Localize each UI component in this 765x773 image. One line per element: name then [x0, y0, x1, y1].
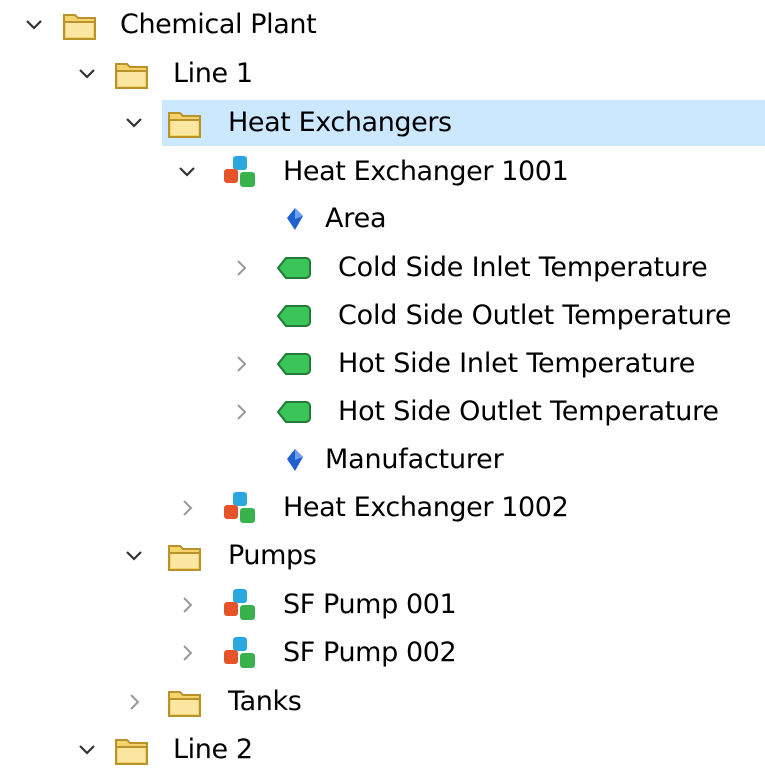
tree-node-hot-side-inlet-temperature[interactable]: Hot Side Inlet Temperature	[0, 341, 765, 387]
tree-node-label: SF Pump 002	[283, 637, 457, 668]
tree-node-chemical-plant[interactable]: Chemical Plant	[0, 2, 765, 48]
chevron-right-icon[interactable]	[124, 692, 144, 712]
chevron-right-icon[interactable]	[177, 595, 197, 615]
element-icon	[222, 636, 258, 670]
element-icon	[222, 155, 258, 189]
tree-node-label: Chemical Plant	[120, 9, 317, 40]
chevron-down-icon[interactable]	[177, 162, 197, 182]
chevron-down-icon[interactable]	[124, 113, 144, 133]
tree-node-label: Heat Exchangers	[228, 107, 452, 138]
element-icon	[222, 588, 258, 622]
tree-node-cold-side-outlet-temperature[interactable]: Cold Side Outlet Temperature	[0, 293, 765, 339]
tree-node-label: Tanks	[228, 686, 302, 717]
chevron-down-icon[interactable]	[77, 64, 97, 84]
tree-node-label: Hot Side Outlet Temperature	[338, 396, 719, 427]
chevron-right-icon[interactable]	[177, 498, 197, 518]
asset-tree: Chemical Plant Line 1 Heat Exchangers He…	[0, 0, 765, 765]
tag-icon	[276, 347, 312, 381]
tree-node-label: Area	[325, 203, 387, 234]
attribute-icon	[283, 205, 307, 233]
element-icon	[222, 491, 258, 525]
folder-icon	[167, 539, 203, 573]
tree-node-sf-pump-001[interactable]: SF Pump 001	[0, 582, 765, 628]
tree-node-cold-side-inlet-temperature[interactable]: Cold Side Inlet Temperature	[0, 245, 765, 291]
folder-icon	[114, 57, 150, 91]
folder-icon	[167, 106, 203, 140]
tree-node-heat-exchanger-1001[interactable]: Heat Exchanger 1001	[0, 149, 765, 195]
tree-node-label: Heat Exchanger 1001	[283, 156, 569, 187]
attribute-icon	[283, 446, 307, 474]
tree-node-sf-pump-002[interactable]: SF Pump 002	[0, 630, 765, 676]
tree-node-label: Cold Side Inlet Temperature	[338, 252, 708, 283]
tree-node-label: Pumps	[228, 540, 317, 571]
tag-icon	[276, 251, 312, 285]
chevron-right-icon[interactable]	[231, 258, 251, 278]
tree-node-label: Line 2	[173, 734, 253, 765]
tree-node-heat-exchangers[interactable]: Heat Exchangers	[0, 100, 765, 146]
tree-node-label: Heat Exchanger 1002	[283, 492, 569, 523]
tag-icon	[276, 299, 312, 333]
tree-node-pumps[interactable]: Pumps	[0, 533, 765, 579]
tree-node-line-1[interactable]: Line 1	[0, 51, 765, 97]
tree-node-hot-side-outlet-temperature[interactable]: Hot Side Outlet Temperature	[0, 389, 765, 435]
chevron-down-icon[interactable]	[124, 546, 144, 566]
chevron-right-icon[interactable]	[177, 643, 197, 663]
folder-icon	[62, 8, 98, 42]
chevron-right-icon[interactable]	[231, 402, 251, 422]
tree-node-heat-exchanger-1002[interactable]: Heat Exchanger 1002	[0, 485, 765, 531]
tree-node-label: SF Pump 001	[283, 589, 457, 620]
tree-node-area[interactable]: Area	[0, 196, 765, 242]
chevron-right-icon[interactable]	[231, 354, 251, 374]
tree-node-label: Manufacturer	[325, 444, 504, 475]
folder-icon	[114, 733, 150, 767]
folder-icon	[167, 685, 203, 719]
tree-node-line-2[interactable]: Line 2	[0, 727, 765, 773]
chevron-down-icon[interactable]	[77, 740, 97, 760]
tree-node-manufacturer[interactable]: Manufacturer	[0, 437, 765, 483]
tag-icon	[276, 395, 312, 429]
chevron-down-icon[interactable]	[24, 15, 44, 35]
tree-node-tanks[interactable]: Tanks	[0, 679, 765, 725]
tree-node-label: Line 1	[173, 58, 253, 89]
tree-node-label: Cold Side Outlet Temperature	[338, 300, 732, 331]
tree-node-label: Hot Side Inlet Temperature	[338, 348, 696, 379]
